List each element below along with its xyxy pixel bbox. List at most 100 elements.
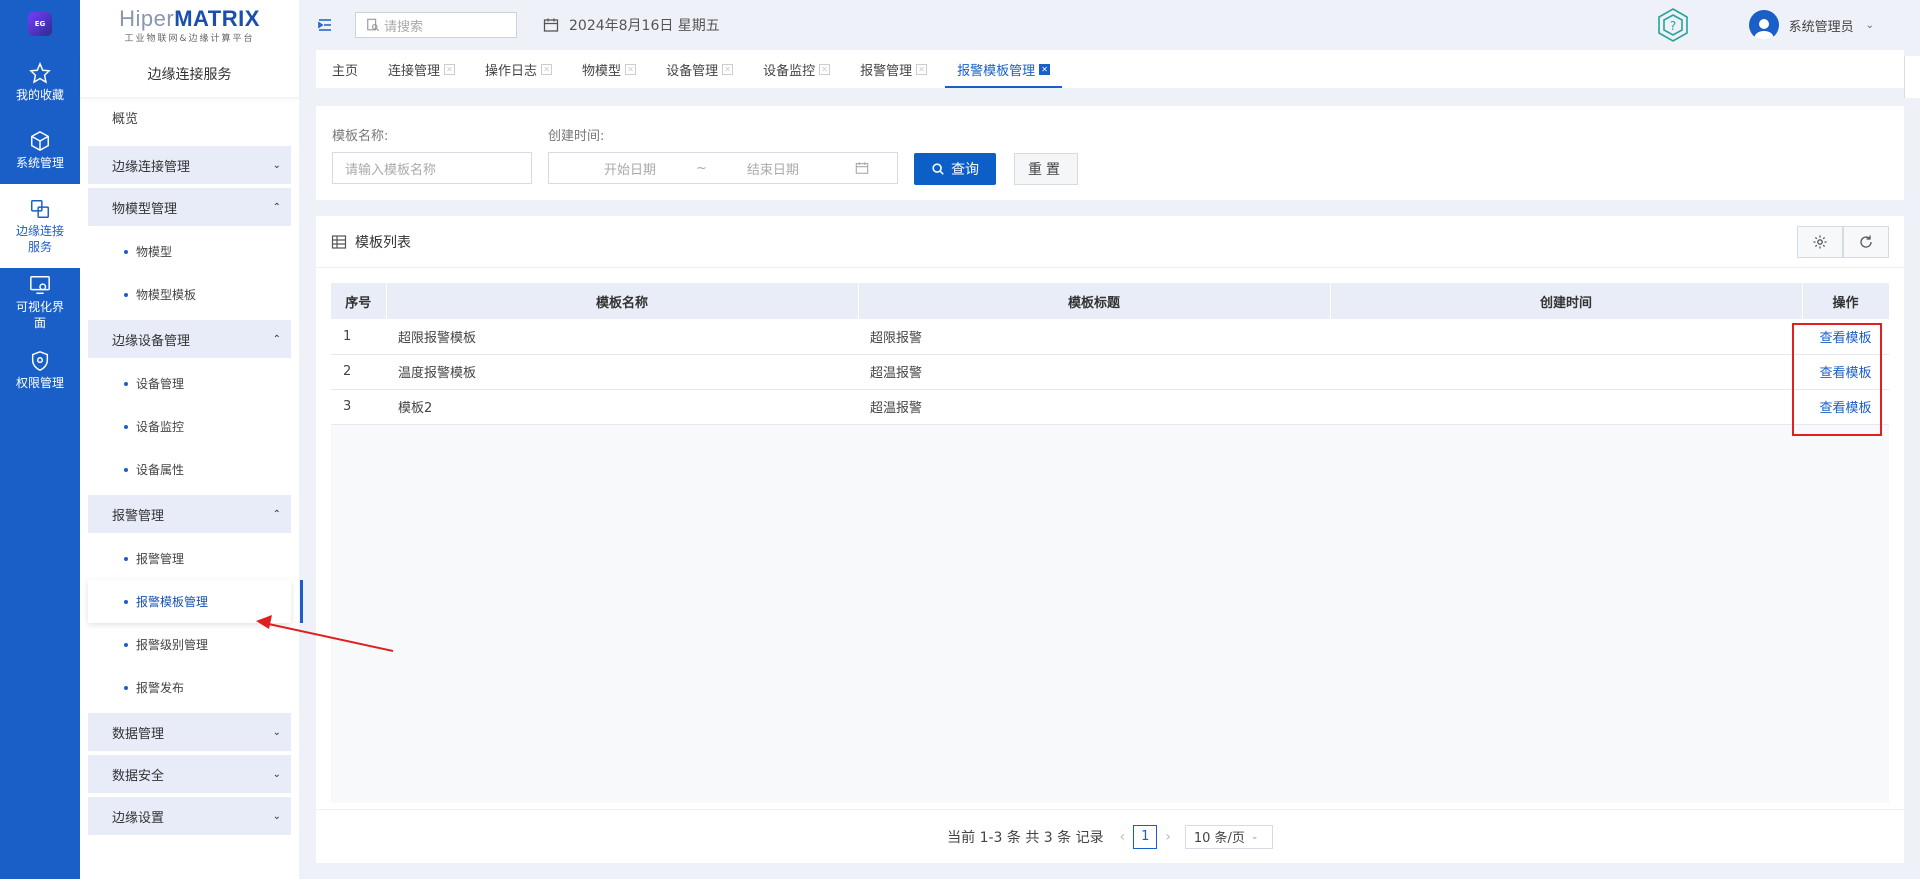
search-doc-icon	[367, 18, 380, 32]
rail-item-system[interactable]: 系统管理	[0, 116, 80, 184]
list-title: 模板列表	[355, 234, 411, 251]
user-name[interactable]: 系统管理员	[1789, 16, 1854, 35]
table-row[interactable]: 1 超限报警模板 超限报警 查看模板	[331, 319, 1889, 355]
chevron-left-icon[interactable]: ‹	[1120, 829, 1126, 845]
settings-button[interactable]	[1797, 226, 1843, 258]
chevron-down-icon: ⌄	[272, 768, 281, 780]
template-name-input[interactable]: 请输入模板名称	[332, 152, 532, 184]
table-icon	[331, 234, 347, 249]
secondary-sidebar: HiperMATRIX 工业物联网&边缘计算平台 边缘连接服务 概览 边缘连接管…	[80, 0, 303, 879]
screen-eye-icon	[30, 275, 50, 294]
search-input[interactable]: 请搜索	[355, 12, 517, 38]
tab-connection[interactable]: 连接管理 ✕	[388, 50, 456, 88]
filter-panel: 模板名称: 请输入模板名称 创建时间: 开始日期 ~ 结束日期 查询 重置	[316, 106, 1904, 200]
sidebar-item-alarm-template[interactable]: 报警模板管理	[88, 580, 303, 623]
group-label: 边缘设备管理	[112, 333, 191, 349]
close-icon[interactable]: ✕	[722, 63, 734, 75]
close-icon[interactable]: ✕	[541, 63, 553, 75]
sidebar-group-edge-settings[interactable]: 边缘设置 ⌄	[88, 797, 291, 835]
sidebar-group-thing-model[interactable]: 物模型管理 ⌃	[88, 188, 291, 226]
sidebar-group-edge-device[interactable]: 边缘设备管理 ⌃	[88, 320, 291, 358]
help-hexagon-icon[interactable]: ?	[1655, 7, 1691, 43]
scrollbar[interactable]	[1904, 56, 1920, 98]
close-icon[interactable]: ✕	[1039, 63, 1051, 75]
sidebar-group-data-security[interactable]: 数据安全 ⌄	[88, 755, 291, 793]
sidebar-group-edge-connection[interactable]: 边缘连接管理 ⌄	[88, 146, 291, 184]
table-row[interactable]: 2 温度报警模板 超温报警 查看模板	[331, 354, 1889, 390]
avatar[interactable]	[1748, 10, 1779, 40]
tab-thing-model[interactable]: 物模型 ✕	[582, 50, 637, 88]
sidebar-item-alarm-level[interactable]: 报警级别管理	[88, 623, 291, 666]
tab-device-management[interactable]: 设备管理 ✕	[666, 50, 734, 88]
group-label: 边缘设置	[112, 810, 165, 826]
page-size-select[interactable]: 10 条/页 ⌄	[1184, 824, 1273, 849]
close-icon[interactable]: ✕	[625, 63, 637, 75]
chevron-right-icon[interactable]: ›	[1165, 829, 1171, 845]
column-header[interactable]: 操作	[1802, 283, 1890, 319]
rail-item-permission[interactable]: 权限管理	[0, 336, 80, 404]
brand: HiperMATRIX 工业物联网&边缘计算平台	[80, 0, 299, 50]
highlight-box	[1792, 323, 1882, 436]
chevron-down-icon: ⌄	[1250, 831, 1259, 842]
created-time	[1330, 389, 1802, 425]
top-header: 请搜索 2024年8月16日 星期五 ? 系统管理员 ⌄	[299, 0, 1920, 50]
template-name-label: 模板名称:	[332, 129, 389, 144]
created-time	[1330, 319, 1802, 355]
rail-item-label: 系统管理	[15, 155, 64, 170]
page-summary: 当前 1-3 条 共 3 条 记录	[947, 829, 1104, 846]
group-label: 数据管理	[112, 726, 165, 742]
group-label: 边缘连接管理	[112, 159, 191, 175]
tab-alarm-management[interactable]: 报警管理 ✕	[860, 50, 928, 88]
column-header[interactable]: 模板标题	[858, 283, 1331, 319]
app-logo[interactable]: EG	[0, 0, 80, 48]
table-row[interactable]: 3 模板2 超温报警 查看模板	[331, 389, 1889, 425]
calendar-icon	[855, 162, 869, 174]
brand-tagline: 工业物联网&边缘计算平台	[124, 33, 255, 44]
template-title: 超限报警	[858, 319, 1330, 355]
column-header[interactable]: 创建时间	[1330, 283, 1803, 319]
group-label: 报警管理	[112, 508, 165, 524]
template-title: 超温报警	[858, 389, 1330, 425]
rail-item-edge-service[interactable]: 边缘连接服务	[0, 184, 80, 268]
rail-item-label: 边缘连接服务	[15, 223, 64, 254]
sidebar-item-alarm-publish[interactable]: 报警发布	[88, 666, 291, 709]
close-icon[interactable]: ✕	[444, 63, 456, 75]
refresh-button[interactable]	[1843, 226, 1889, 258]
close-icon[interactable]: ✕	[819, 63, 831, 75]
rail-item-visual[interactable]: 可视化界面	[0, 268, 80, 336]
tab-label: 操作日志	[485, 63, 538, 79]
rail-item-favorites[interactable]: 我的收藏	[0, 48, 80, 116]
group-label: 物模型管理	[112, 201, 178, 217]
link-squares-icon	[31, 199, 49, 218]
column-header[interactable]: 序号	[331, 283, 387, 319]
sidebar-group-data[interactable]: 数据管理 ⌄	[88, 713, 291, 751]
sidebar-item-device-attribute[interactable]: 设备属性	[88, 448, 291, 491]
chevron-down-icon[interactable]: ⌄	[1866, 20, 1874, 31]
sidebar-item-alarm-management[interactable]: 报警管理	[88, 537, 291, 580]
reset-button[interactable]: 重置	[1014, 153, 1078, 185]
close-icon[interactable]: ✕	[916, 63, 928, 75]
sidebar-title: 边缘连接服务	[80, 50, 299, 98]
sidebar-item-overview[interactable]: 概览	[88, 98, 291, 142]
tab-device-monitor[interactable]: 设备监控 ✕	[763, 50, 831, 88]
gear-icon	[1813, 235, 1827, 249]
sidebar-item-device-monitor[interactable]: 设备监控	[88, 405, 291, 448]
left-rail: EG 我的收藏 系统管理 边缘连接服务 可视化界面 权限管理	[0, 0, 80, 879]
sidebar-item-device-management[interactable]: 设备管理	[88, 362, 291, 405]
sidebar-item-thing-model[interactable]: 物模型	[88, 230, 291, 273]
tab-home[interactable]: 主页	[332, 50, 358, 88]
query-button[interactable]: 查询	[914, 153, 996, 185]
column-header[interactable]: 模板名称	[386, 283, 859, 319]
menu-fold-icon[interactable]	[317, 17, 333, 33]
date-text: 2024年8月16日 星期五	[569, 18, 720, 34]
template-table: 序号 模板名称 模板标题 创建时间 操作 1 超限报警模板 超限报警 查看模板 …	[331, 283, 1890, 425]
sidebar-group-alarm[interactable]: 报警管理 ⌃	[88, 495, 291, 533]
date-range-picker[interactable]: 开始日期 ~ 结束日期	[548, 152, 898, 184]
tab-label: 报警管理	[860, 63, 913, 79]
tab-operation-log[interactable]: 操作日志 ✕	[485, 50, 553, 88]
chevron-up-icon: ⌃	[272, 333, 281, 345]
template-title: 超温报警	[858, 354, 1330, 390]
sidebar-item-thing-model-template[interactable]: 物模型模板	[88, 273, 291, 316]
page-number-button[interactable]: 1	[1133, 824, 1158, 849]
tab-alarm-template[interactable]: 报警模板管理 ✕	[945, 50, 1063, 88]
